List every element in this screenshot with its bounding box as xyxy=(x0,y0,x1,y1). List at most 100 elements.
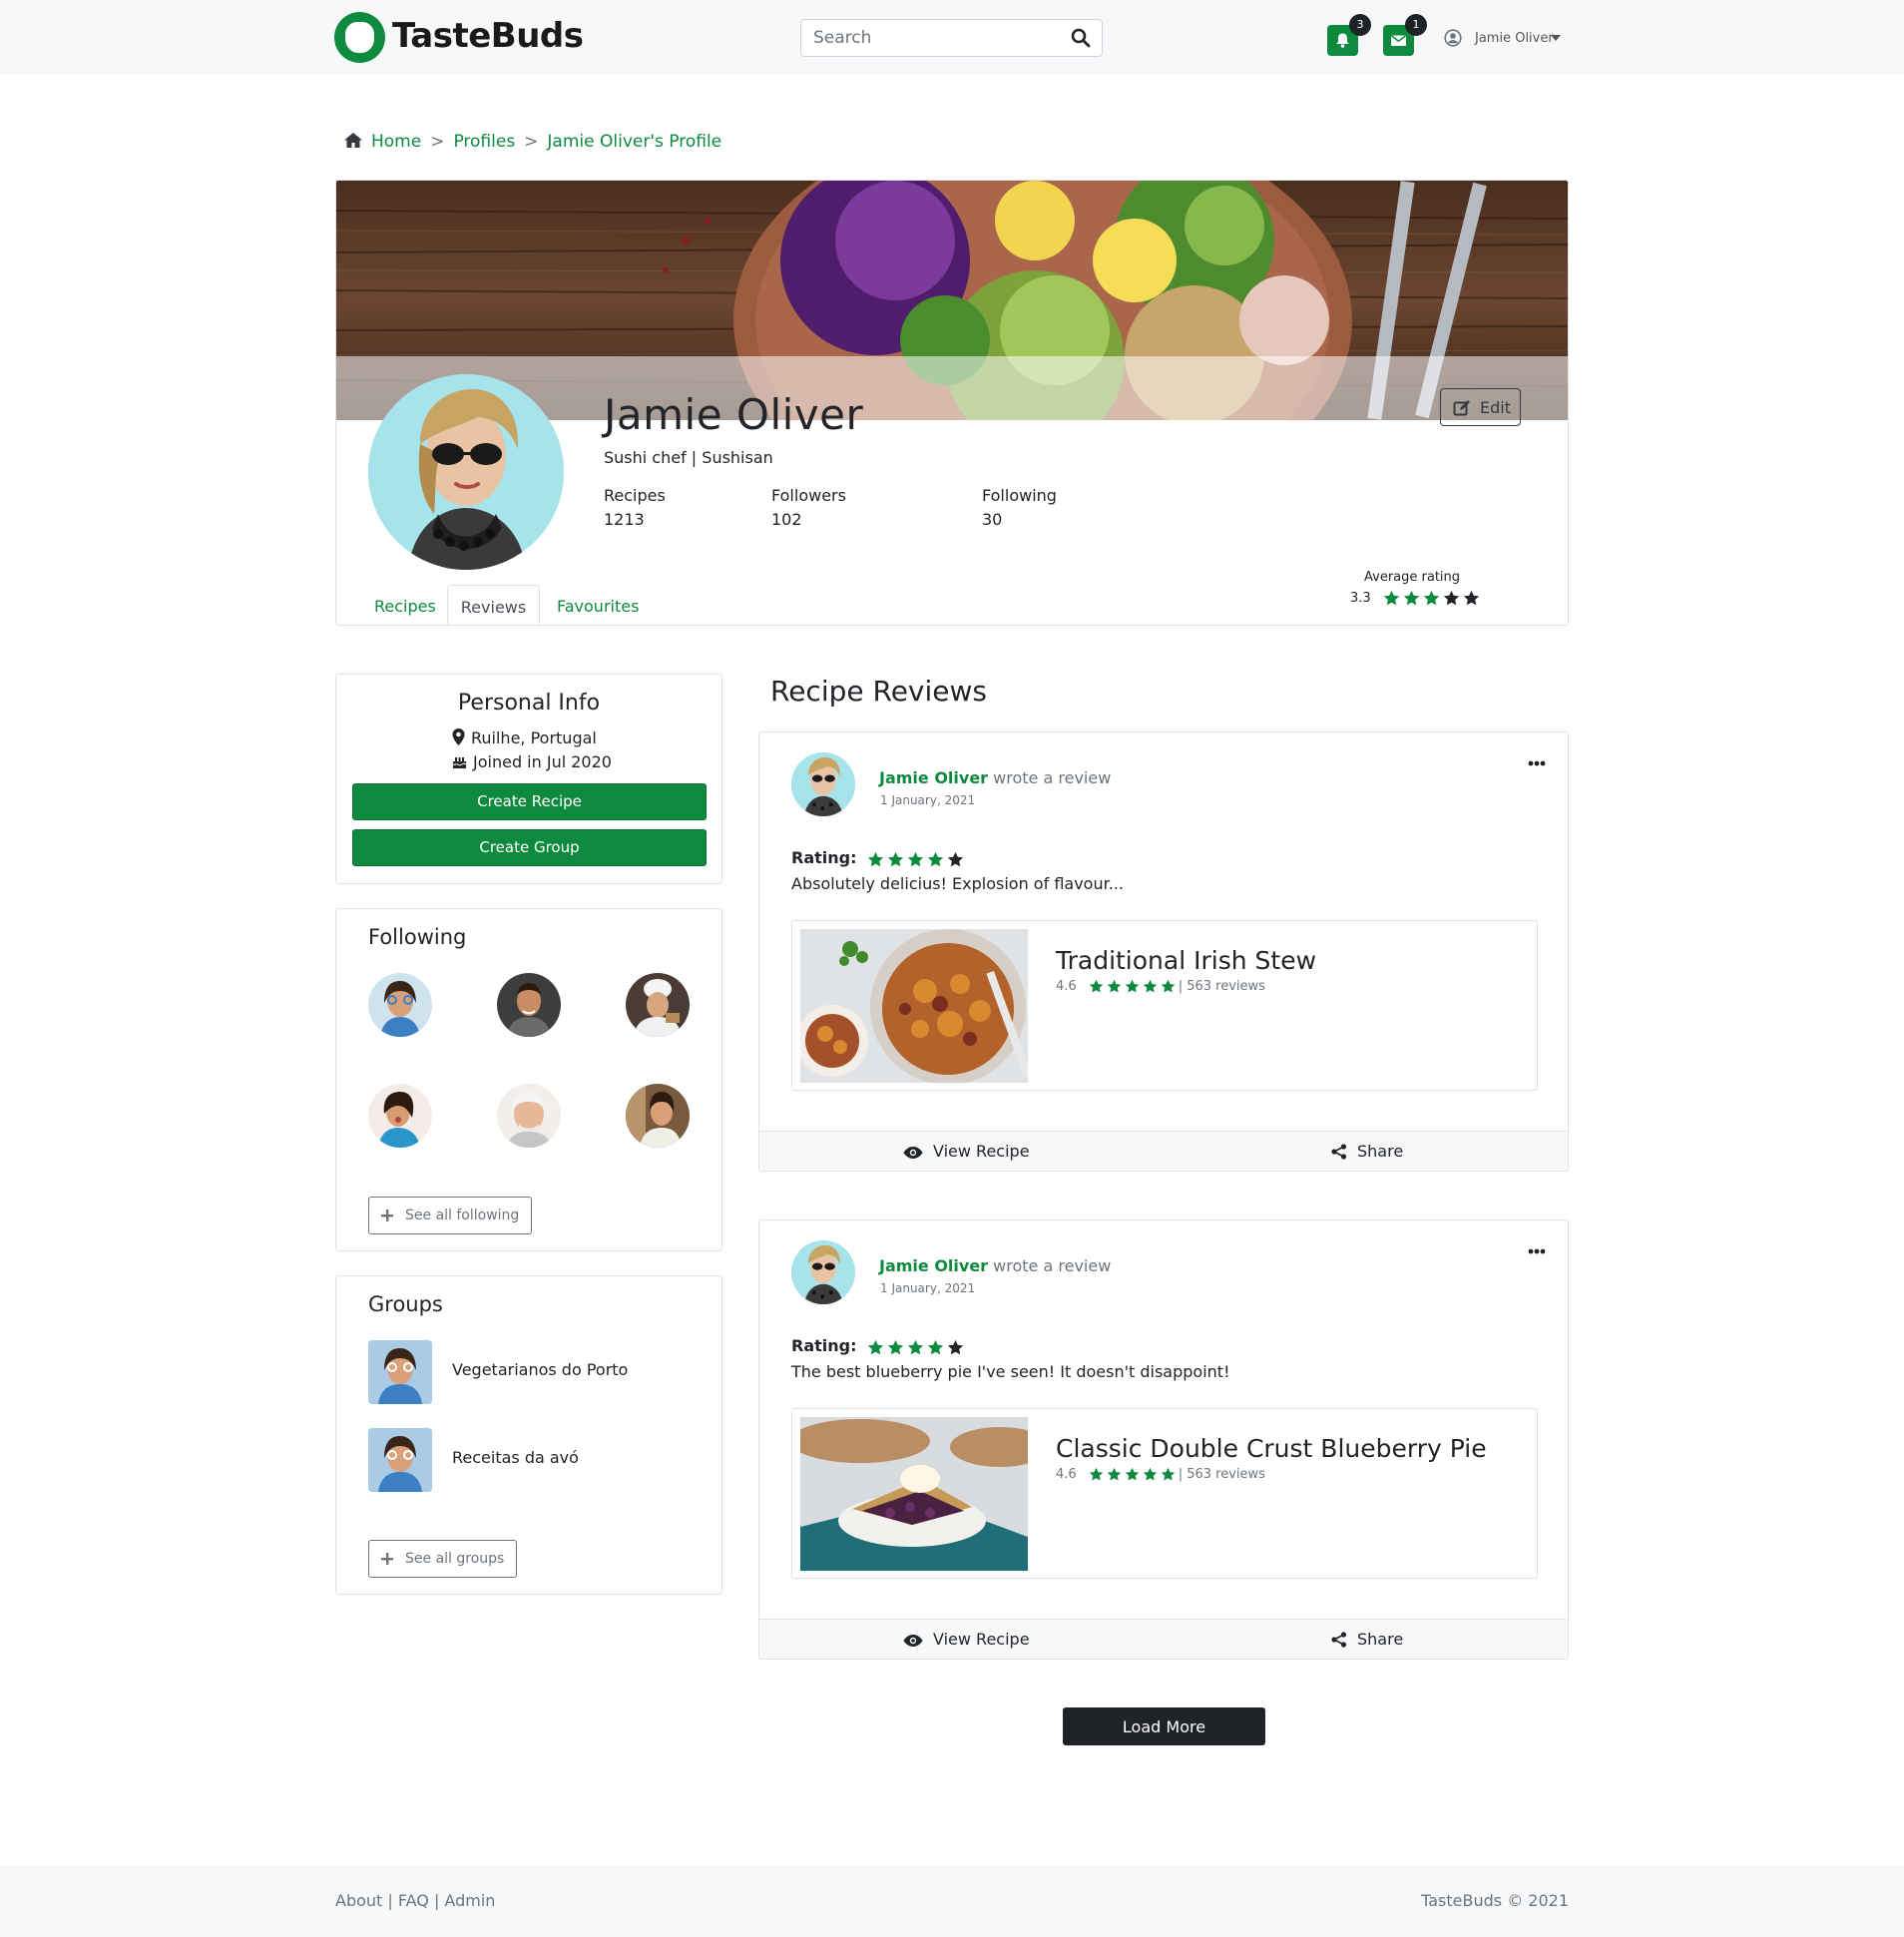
star-icon xyxy=(867,1339,884,1356)
rating-label: Rating: xyxy=(791,848,857,867)
star-icon xyxy=(1143,1467,1158,1482)
rating-label: Rating: xyxy=(791,1336,857,1355)
stat-recipes-label: Recipes xyxy=(604,486,666,505)
star-icon xyxy=(947,851,964,868)
tab-recipes[interactable]: Recipes xyxy=(374,585,436,625)
star-icon xyxy=(1107,979,1122,994)
group-name[interactable]: Receitas da avó xyxy=(452,1448,579,1467)
share-button[interactable]: Share xyxy=(1331,1142,1403,1161)
review-action-text: wrote a review xyxy=(993,1256,1112,1275)
review-actions-bar: View Recipe Share xyxy=(759,1619,1568,1659)
recipe-rating-meta: 4.6 | 563 reviews xyxy=(1056,979,1265,994)
breadcrumb-profiles-link[interactable]: Profiles xyxy=(453,132,515,152)
share-button[interactable]: Share xyxy=(1331,1630,1403,1649)
recipe-title[interactable]: Classic Double Crust Blueberry Pie xyxy=(1056,1434,1487,1463)
star-icon xyxy=(1125,1467,1140,1482)
group-thumbnail[interactable] xyxy=(368,1340,432,1404)
review-action-text: wrote a review xyxy=(993,768,1112,787)
star-icon xyxy=(1403,590,1420,607)
breadcrumb-separator: > xyxy=(430,132,445,152)
more-options-icon[interactable] xyxy=(1528,750,1546,771)
bell-icon xyxy=(1336,33,1349,48)
review-rating: Rating: xyxy=(791,848,967,868)
more-options-icon[interactable] xyxy=(1528,1238,1546,1259)
breadcrumb-home-link[interactable]: Home xyxy=(371,132,421,152)
share-icon xyxy=(1331,1632,1347,1648)
star-icon xyxy=(1089,1467,1104,1482)
breadcrumb-current-link[interactable]: Jamie Oliver's Profile xyxy=(547,132,721,152)
search-input[interactable] xyxy=(811,26,1051,50)
messages-button[interactable]: 1 xyxy=(1383,14,1427,56)
footer-links[interactable]: About | FAQ | Admin xyxy=(335,1891,495,1910)
edit-icon xyxy=(1453,400,1470,416)
recipe-stars xyxy=(1089,979,1179,994)
search-icon[interactable] xyxy=(1070,27,1092,49)
brand-name[interactable]: TasteBuds xyxy=(392,16,584,56)
see-all-groups-button[interactable]: See all groups xyxy=(368,1540,518,1578)
review-card: Jamie Oliver wrote a review 1 January, 2… xyxy=(758,731,1569,1172)
star-icon xyxy=(1423,590,1440,607)
review-date: 1 January, 2021 xyxy=(880,1281,976,1295)
recipe-rating-value: 4.6 xyxy=(1056,979,1077,994)
load-more-button[interactable]: Load More xyxy=(1063,1707,1265,1745)
create-group-button[interactable]: Create Group xyxy=(352,829,707,866)
tab-favourites[interactable]: Favourites xyxy=(557,585,639,625)
eye-icon xyxy=(903,1147,923,1159)
view-recipe-button[interactable]: View Recipe xyxy=(903,1142,1030,1161)
stat-following-value: 30 xyxy=(982,510,1003,529)
review-author-link[interactable]: Jamie Oliver xyxy=(879,1256,988,1275)
star-icon xyxy=(1443,590,1460,607)
recipe-image[interactable] xyxy=(800,1417,1028,1571)
stat-followers-value: 102 xyxy=(771,510,802,529)
breadcrumb: Home > Profiles > Jamie Oliver's Profile xyxy=(343,132,721,152)
following-avatar[interactable] xyxy=(626,973,690,1037)
tab-reviews[interactable]: Reviews xyxy=(447,585,540,625)
joined-text: Joined in Jul 2020 xyxy=(473,752,612,771)
review-card: Jamie Oliver wrote a review 1 January, 2… xyxy=(758,1219,1569,1660)
review-header: Jamie Oliver wrote a review xyxy=(879,768,1111,787)
view-recipe-label: View Recipe xyxy=(933,1630,1030,1649)
logo-icon[interactable] xyxy=(334,12,385,63)
recipe-preview-card[interactable]: Traditional Irish Stew 4.6 | 563 reviews xyxy=(791,920,1538,1091)
see-all-following-button[interactable]: See all following xyxy=(368,1197,533,1234)
recipe-image[interactable] xyxy=(800,929,1028,1083)
group-thumbnail[interactable] xyxy=(368,1428,432,1492)
recipe-rating-value: 4.6 xyxy=(1056,1467,1077,1482)
caret-down-icon xyxy=(1551,35,1561,41)
star-icon xyxy=(867,851,884,868)
group-name[interactable]: Vegetarianos do Porto xyxy=(452,1360,628,1379)
star-icon xyxy=(1143,979,1158,994)
star-icon xyxy=(927,1339,944,1356)
recipe-title[interactable]: Traditional Irish Stew xyxy=(1056,946,1316,975)
personal-info-title: Personal Info xyxy=(457,691,601,716)
edit-profile-button[interactable]: Edit xyxy=(1440,388,1521,426)
following-avatar[interactable] xyxy=(626,1084,690,1148)
reviewer-avatar[interactable] xyxy=(791,752,855,816)
profile-avatar[interactable] xyxy=(368,374,564,570)
review-author-link[interactable]: Jamie Oliver xyxy=(879,768,988,787)
star-icon xyxy=(907,851,924,868)
recipe-review-count: | 563 reviews xyxy=(1178,1467,1265,1482)
share-icon xyxy=(1331,1144,1347,1160)
messages-count-badge: 1 xyxy=(1405,14,1427,36)
following-title: Following xyxy=(368,925,467,949)
star-icon xyxy=(1125,979,1140,994)
review-header: Jamie Oliver wrote a review xyxy=(879,1256,1111,1275)
recipe-review-count: | 563 reviews xyxy=(1178,979,1265,994)
stat-followers-label: Followers xyxy=(771,486,846,505)
view-recipe-button[interactable]: View Recipe xyxy=(903,1630,1030,1649)
recipe-preview-card[interactable]: Classic Double Crust Blueberry Pie 4.6 | … xyxy=(791,1408,1538,1579)
following-card: Following See all following xyxy=(335,908,722,1251)
following-avatar[interactable] xyxy=(368,973,432,1037)
following-avatar[interactable] xyxy=(497,973,561,1037)
recipe-rating-meta: 4.6 | 563 reviews xyxy=(1056,1467,1265,1482)
home-icon xyxy=(344,133,362,148)
following-avatar[interactable] xyxy=(497,1084,561,1148)
star-icon xyxy=(887,851,904,868)
notifications-button[interactable]: 3 xyxy=(1327,14,1371,56)
plus-icon xyxy=(381,1210,393,1221)
reviewer-avatar[interactable] xyxy=(791,1240,855,1304)
create-recipe-button[interactable]: Create Recipe xyxy=(352,783,707,820)
groups-card: Groups Vegetarianos do Porto Receitas da… xyxy=(335,1275,722,1595)
following-avatar[interactable] xyxy=(368,1084,432,1148)
